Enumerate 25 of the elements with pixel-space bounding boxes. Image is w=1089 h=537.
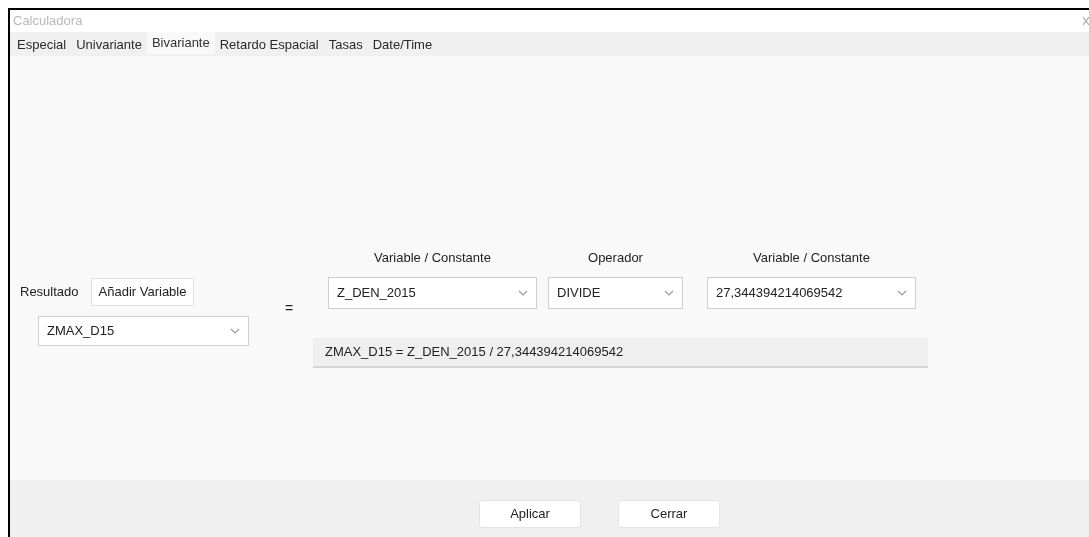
dialog-button[interactable]: Cerrar <box>618 499 720 528</box>
result-label: Resultado <box>20 283 79 302</box>
chevron-down-icon <box>897 289 907 296</box>
field-label: Variable / Constante <box>753 249 870 267</box>
dropdown[interactable]: Z_DEN_2015 <box>328 276 537 309</box>
tab[interactable]: Univariante <box>71 34 147 56</box>
field-label: Variable / Constante <box>374 249 491 267</box>
dropdown[interactable]: ZMAX_D15 <box>38 316 249 346</box>
tab[interactable]: Tasas <box>323 34 368 56</box>
dropdown[interactable]: 27,344394214069542 <box>707 276 916 309</box>
formula-display: ZMAX_D15 = Z_DEN_2015 / 27,344394214069542 <box>313 337 928 368</box>
close-icon[interactable] <box>1083 16 1089 26</box>
chevron-down-icon <box>518 289 528 296</box>
chevron-down-icon <box>664 289 674 296</box>
dropdown[interactable]: DIVIDE <box>548 276 683 309</box>
tab[interactable]: Especial <box>12 34 72 56</box>
field-label: Operador <box>588 249 643 267</box>
tab[interactable]: Bivariante <box>146 32 215 54</box>
dialog-button[interactable]: Aplicar <box>479 499 581 528</box>
tab[interactable]: Retardo Espacial <box>214 34 324 56</box>
tab[interactable]: Date/Time <box>367 34 438 56</box>
add-variable-button[interactable]: Añadir Variable <box>90 278 195 306</box>
window-title: Calculadora <box>13 12 83 31</box>
chevron-down-icon <box>230 328 240 334</box>
equals-sign: = <box>285 299 295 318</box>
